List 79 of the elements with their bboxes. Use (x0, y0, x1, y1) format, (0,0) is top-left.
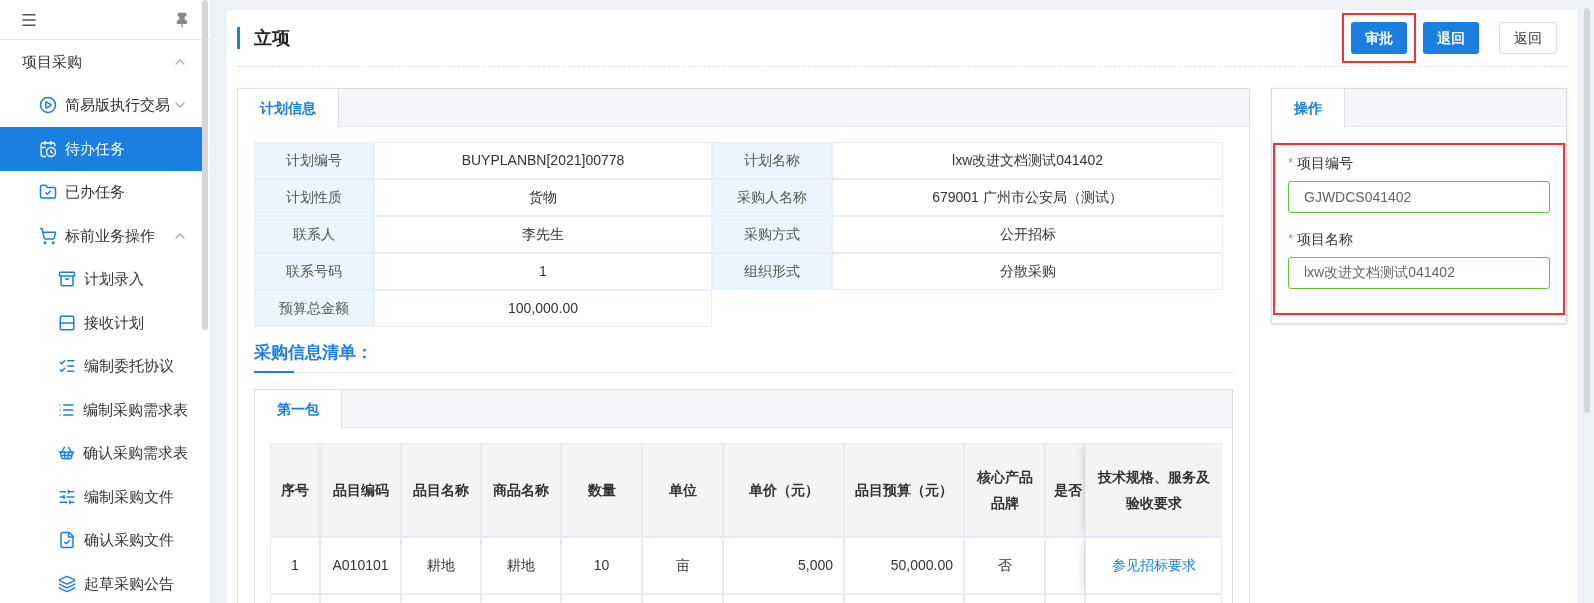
section-title: 采购信息清单： (254, 342, 373, 364)
field-value: 100,000.00 (374, 290, 712, 327)
table-cell: 耕地 (481, 537, 561, 594)
field-value: 公开招标 (832, 216, 1223, 253)
tab[interactable]: 操作 (1272, 89, 1345, 128)
field-label: 计划性质 (254, 179, 374, 216)
sidebar-item[interactable]: 编制采购文件 (0, 475, 202, 519)
column-header: 数量 (561, 443, 642, 537)
field-label: 预算总金额 (254, 290, 374, 327)
field-label: 计划名称 (712, 142, 832, 179)
field-value: lxw改进文档测试041402 (832, 142, 1223, 179)
page-title: 立项 (254, 26, 291, 50)
table-cell: 耕地 (401, 537, 481, 594)
layers-icon (58, 574, 76, 593)
required-asterisk: * (1288, 230, 1294, 249)
sidebar-item[interactable]: 待办任务 (0, 127, 202, 171)
column-header: 技术规格、服务及验收要求 (1085, 443, 1222, 537)
sidebar-item[interactable]: 接收计划 (0, 301, 202, 345)
sidebar-item[interactable]: 标前业务操作 (0, 214, 202, 258)
sidebar-item[interactable]: 起草采购公告 (0, 562, 202, 603)
field-label: 采购方式 (712, 216, 832, 253)
field-label: 项目编号 (1297, 153, 1354, 173)
field-label: 项目名称 (1297, 229, 1354, 249)
archive-icon (58, 270, 76, 289)
column-header: 是否 (1045, 443, 1085, 537)
table-cell: 否 (964, 537, 1045, 594)
table-cell: A010101 (320, 537, 401, 594)
action-button[interactable]: 审批 (1351, 22, 1407, 54)
field-value: BUYPLANBN[2021]00778 (374, 142, 712, 179)
section-underline (254, 371, 294, 373)
column-header: 品目预算（元） (844, 443, 964, 537)
tab[interactable]: 第一包 (255, 390, 342, 429)
table-cell: 5,000 (723, 537, 844, 594)
calendar-clock-icon (39, 139, 57, 158)
sidebar-item[interactable]: 编制采购需求表 (0, 388, 202, 432)
column-header: 商品名称 (481, 443, 561, 537)
action-button[interactable]: 退回 (1423, 22, 1479, 54)
field-value: 679001 广州市公安局（测试） (832, 179, 1223, 216)
field-label: 组织形式 (712, 253, 832, 290)
table-cell: 10 (561, 537, 642, 594)
sidebar-item[interactable]: 确认采购需求表 (0, 431, 202, 475)
field-value: 李先生 (374, 216, 712, 253)
column-header: 序号 (270, 443, 320, 537)
required-asterisk: * (1288, 154, 1294, 173)
action-button[interactable]: 返回 (1499, 22, 1557, 54)
field-value: 1 (374, 253, 712, 290)
tab[interactable]: 计划信息 (238, 89, 339, 128)
table-cell: 亩 (642, 537, 723, 594)
sidebar-item[interactable]: 计划录入 (0, 257, 202, 301)
scrollbar-thumb[interactable] (202, 0, 208, 330)
column-header: 品目编码 (320, 443, 401, 537)
table-cell: 1 (270, 537, 320, 594)
folder-check-icon (39, 183, 57, 202)
field-value: 分散采购 (832, 253, 1223, 290)
field-label: 计划编号 (254, 142, 374, 179)
field-label: 联系人 (254, 216, 374, 253)
field-label: 联系号码 (254, 253, 374, 290)
sidebar-item[interactable]: 编制委托协议 (0, 344, 202, 388)
field-value: 货物 (374, 179, 712, 216)
rows-icon (58, 313, 76, 332)
field-label: 采购人名称 (712, 179, 832, 216)
input-field[interactable]: GJWDCS041402 (1288, 181, 1550, 213)
play-circle-icon (39, 96, 57, 115)
sidebar-item[interactable]: 确认采购文件 (0, 518, 202, 562)
cart-icon (39, 226, 57, 245)
sidebar-item[interactable]: 项目采购 (0, 40, 202, 84)
pin-icon[interactable] (174, 11, 190, 28)
sidebar-item[interactable]: 已办任务 (0, 170, 202, 214)
sliders-icon (58, 487, 76, 506)
sidebar-item[interactable]: 简易版执行交易 (0, 83, 202, 127)
file-check-icon (58, 531, 76, 550)
title-accent-bar (237, 27, 240, 49)
column-header: 核心产品品牌 (964, 443, 1045, 537)
column-header: 单价（元） (723, 443, 844, 537)
column-header: 单位 (642, 443, 723, 537)
table-cell: 50,000.00 (844, 537, 964, 594)
column-header: 品目名称 (401, 443, 481, 537)
input-field[interactable]: lxw改进文档测试041402 (1288, 257, 1550, 289)
scrollbar-thumb[interactable] (1584, 8, 1590, 413)
